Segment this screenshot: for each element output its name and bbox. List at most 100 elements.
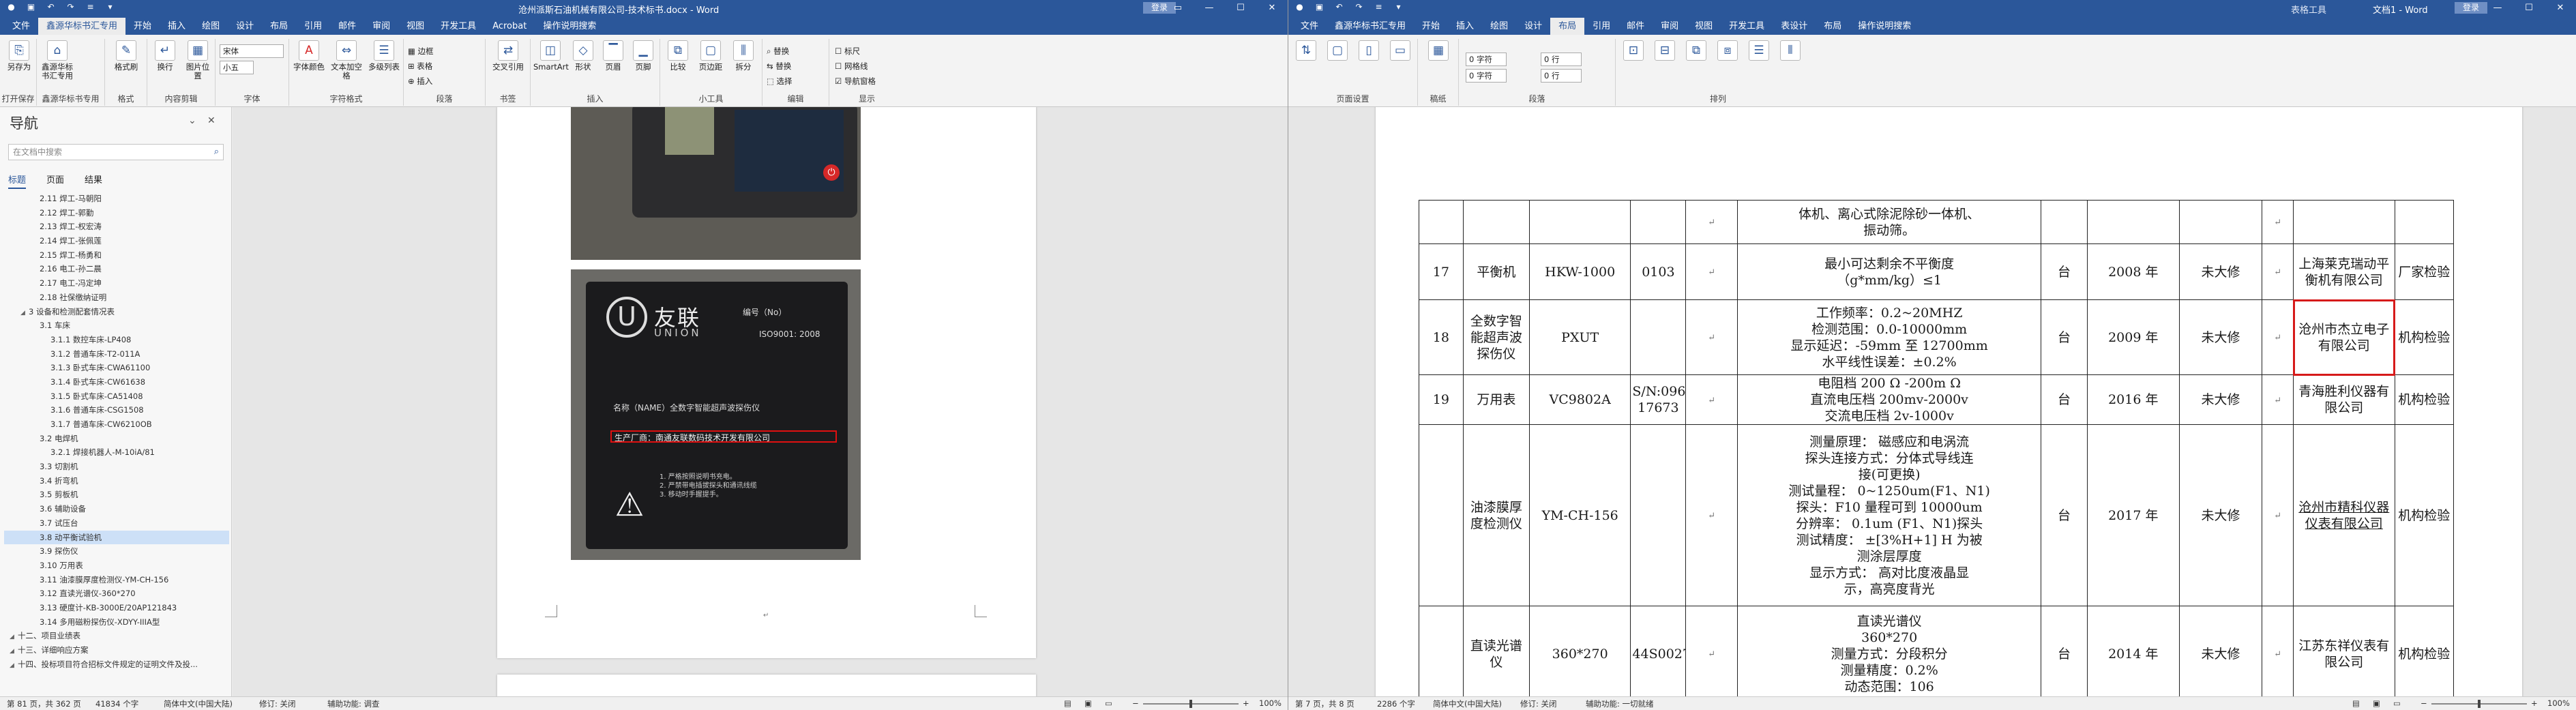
indent-right-input[interactable]: 0 字符 [1466, 69, 1507, 83]
compare-button[interactable]: ⧉ 比较 [663, 40, 693, 72]
table-cell-unit[interactable]: 台 [2041, 606, 2088, 696]
tab-left-1[interactable]: 鑫源华标书汇专用 [38, 18, 126, 35]
table-cell-check[interactable]: 机构检验 [2394, 299, 2455, 375]
tab-right-4[interactable]: 绘图 [1482, 18, 1516, 35]
page-indicator[interactable]: 第 7 页，共 8 页 [1295, 698, 1354, 709]
zoom-slider-knob[interactable] [2478, 700, 2481, 708]
minimize-button[interactable]: — [1194, 0, 1225, 16]
margins-button[interactable]: ▢ [1322, 40, 1352, 63]
table-cell-name[interactable]: 平衡机 [1462, 243, 1530, 300]
page-indicator[interactable]: 第 81 页，共 362 页 [7, 698, 81, 709]
nav-heading-item[interactable]: ◢ 3 设备和检测配套情况表 [4, 305, 229, 319]
table-cell-tech[interactable]: 工作频率：0.2~20MHZ 检测范围：0.0-10000mm 显示延迟：-59mm… [1736, 299, 2042, 375]
autosave-icon[interactable]: ● [5, 2, 17, 12]
tab-right-5[interactable]: 设计 [1516, 18, 1550, 35]
nav-heading-item[interactable]: 3.2.1 焊接机器人-M-10iA/81 [4, 445, 229, 460]
tab-left-10[interactable]: 视图 [398, 18, 432, 35]
table-cell-tech[interactable]: 测量原理： 磁感应和电涡流 探头连接方式：分体式导线连 接(可更换) 测试量程： 0~… [1736, 424, 2042, 606]
table-cell-year[interactable]: 2017 年 [2086, 424, 2180, 606]
nav-heading-item[interactable]: 3.1 车床 [4, 319, 229, 333]
nav-heading-item[interactable]: 3.1.1 数控车床-LP408 [4, 333, 229, 347]
table-cell-model[interactable]: 360*270 [1528, 606, 1631, 696]
table-cell-gap[interactable]: ↵ [2262, 243, 2294, 300]
search-icon[interactable]: ⌕ [214, 145, 219, 160]
redo-icon[interactable]: ↷ [1353, 2, 1365, 12]
table-cell-state[interactable]: 未大修 [2178, 243, 2263, 300]
table-cell-state[interactable]: 未大修 [2178, 299, 2263, 375]
table-cell-mfr[interactable]: 沧州市精科仪器仪表有限公司 [2293, 424, 2395, 606]
table-cell-no[interactable]: 19 [1419, 374, 1464, 425]
table-cell-state[interactable]: 未大修 [2178, 606, 2263, 696]
borders-button[interactable]: ▦ 边框 [408, 46, 434, 57]
table-cell-tech[interactable]: 体机、离心式除泥除砂一体机、 振动筛。 [1736, 200, 2042, 244]
table-cell-mfr[interactable]: 江苏东祥仪表有限公司 [2293, 606, 2395, 696]
nav-heading-item[interactable]: 3.1.4 卧式车床-CW61638 [4, 375, 229, 389]
smartart-button[interactable]: ◫ SmartArt [533, 40, 569, 72]
read-mode-icon[interactable]: ▤ [2352, 698, 2360, 708]
nav-heading-item[interactable]: 3.13 硬度计-KB-3000E/20AP121843 [4, 601, 229, 615]
position-button[interactable]: ⊡ [1618, 40, 1648, 63]
table-cell-unit[interactable]: 台 [2041, 374, 2088, 425]
nav-heading-item[interactable]: 3.6 辅助设备 [4, 502, 229, 516]
cross-reference-button[interactable]: ⇄ 交叉引用 [490, 40, 527, 72]
table-cell-year[interactable]: 2014 年 [2086, 606, 2180, 696]
read-mode-icon[interactable]: ▤ [1064, 698, 1071, 708]
tab-left-4[interactable]: 绘图 [194, 18, 228, 35]
table-cell-check[interactable]: 机构检验 [2394, 606, 2455, 696]
table-cell-no[interactable]: 17 [1419, 243, 1464, 300]
margins-button[interactable]: ▢ 页边距 [694, 40, 727, 72]
text-direction-button[interactable]: ⇅ [1291, 40, 1321, 63]
table-cell-no[interactable] [1419, 200, 1464, 244]
maximize-button[interactable]: ☐ [1225, 0, 1256, 16]
table-cell-name[interactable] [1462, 200, 1530, 244]
layout-icon[interactable]: ≡ [85, 2, 96, 12]
tab-left-9[interactable]: 审阅 [364, 18, 398, 35]
layout-icon[interactable]: ≡ [1373, 2, 1385, 12]
nav-pane-checkbox[interactable]: ☑ 导航窗格 [835, 76, 876, 87]
spacing-after-input[interactable]: 0 行 [1541, 69, 1582, 83]
tab-right-7[interactable]: 引用 [1584, 18, 1618, 35]
table-cell-serial[interactable]: 44S0027 [1630, 606, 1687, 696]
zoom-in-button[interactable]: + [1243, 698, 1249, 708]
expand-triangle-icon[interactable]: ◢ [10, 630, 18, 643]
nav-heading-item[interactable]: 3.1.5 卧式车床-CA51408 [4, 389, 229, 404]
nav-heading-item[interactable]: 3.1.6 普通车床-CSG1508 [4, 403, 229, 417]
table-cell-tech[interactable]: 电阻档 200 Ω -200m Ω 直流电压档 200mv-2000v 交流电压档 … [1736, 374, 2042, 425]
table-cell-state[interactable]: 未大修 [2178, 424, 2263, 606]
table-cell-gap[interactable]: ↵ [2262, 374, 2294, 425]
nav-heading-item[interactable]: 3.12 直读光谱仪-360*270 [4, 587, 229, 601]
close-button[interactable]: ✕ [2545, 0, 2576, 16]
nav-close-icon[interactable]: ✕ [207, 115, 216, 126]
zoom-out-button[interactable]: − [1132, 698, 1139, 708]
select-button[interactable]: ⬚ 选择 [767, 76, 793, 87]
nav-options-icon[interactable]: ⌄ [188, 115, 196, 126]
draft-paper-button[interactable]: ▦ [1423, 40, 1453, 63]
table-cell-blank[interactable]: ↵ [1685, 424, 1738, 606]
table-cell-unit[interactable]: 台 [2041, 299, 2088, 375]
save-as-button[interactable]: ⎘ 另存为 [4, 40, 34, 72]
table-cell-model[interactable]: PXUT [1528, 299, 1631, 375]
table-cell-check[interactable] [2394, 200, 2455, 244]
tab-right-3[interactable]: 插入 [1448, 18, 1482, 35]
align-button[interactable]: ⫴ [1775, 40, 1805, 63]
table-cell-serial[interactable]: S/N:0964 17673 [1630, 374, 1687, 425]
tab-right-8[interactable]: 邮件 [1618, 18, 1653, 35]
header-button[interactable]: ▔ 页眉 [599, 40, 627, 72]
autosave-icon[interactable]: ● [1294, 2, 1305, 12]
table-cell-no[interactable] [1419, 606, 1464, 696]
nav-heading-item[interactable]: 2.15 焊工-杨勇和 [4, 248, 229, 263]
size-button[interactable]: ▭ [1385, 40, 1415, 63]
tab-right-12[interactable]: 表设计 [1773, 18, 1816, 35]
wrap-text-button[interactable]: ⊟ [1650, 40, 1680, 63]
table-cell-blank[interactable]: ↵ [1685, 606, 1738, 696]
tab-right-6[interactable]: 布局 [1550, 18, 1585, 35]
table-cell-unit[interactable]: 台 [2041, 243, 2088, 300]
table-cell-model[interactable]: HKW-1000 [1528, 243, 1631, 300]
table-cell-blank[interactable]: ↵ [1685, 299, 1738, 375]
undo-icon[interactable]: ↶ [45, 2, 57, 12]
nav-heading-item[interactable]: 2.17 电工-冯定坤 [4, 276, 229, 291]
tab-left-7[interactable]: 引用 [296, 18, 330, 35]
send-backward-button[interactable]: ⧈ [1713, 40, 1743, 63]
table-cell-model[interactable]: VC9802A [1528, 374, 1631, 425]
maximize-button[interactable]: ☐ [2513, 0, 2545, 16]
